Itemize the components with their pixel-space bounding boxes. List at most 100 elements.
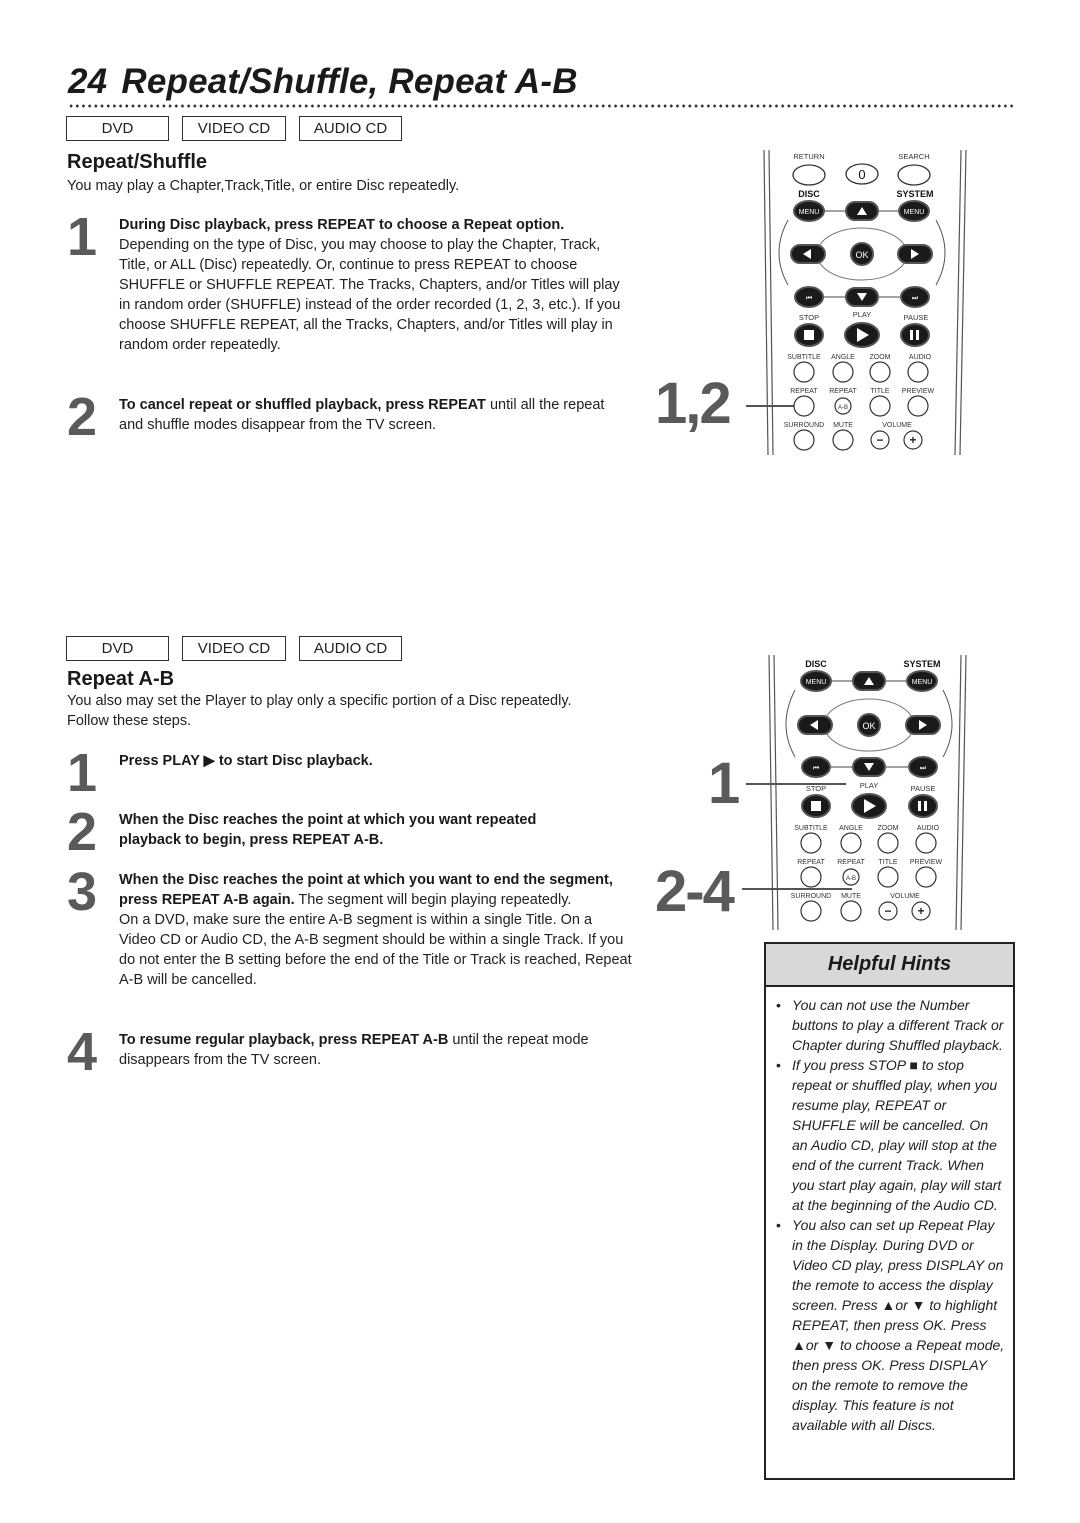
svg-text:MENU: MENU [904, 209, 925, 216]
svg-text:REPEAT: REPEAT [790, 388, 818, 395]
step-1: 1 During Disc playback, press REPEAT to … [67, 207, 632, 355]
badge-video-cd: VIDEO CD [182, 116, 286, 141]
step-detail: The segment will begin playing repeatedl… [294, 892, 572, 908]
disc-type-badges: DVD VIDEO CD AUDIO CD [66, 116, 402, 141]
helpful-hints-box: Helpful Hints You can not use the Number… [764, 942, 1015, 1480]
svg-text:AUDIO: AUDIO [909, 354, 932, 361]
svg-text:MENU: MENU [799, 209, 820, 216]
step-2: 2 To cancel repeat or shuffled playback,… [67, 387, 632, 447]
svg-text:ANGLE: ANGLE [839, 825, 863, 832]
section-title-repeat-shuffle: Repeat/Shuffle [67, 151, 208, 173]
svg-text:DISC: DISC [798, 189, 820, 199]
step-text: Press PLAY ▶ to start Disc playback. [119, 751, 373, 795]
step-ab-2: 2 When the Disc reaches the point at whi… [67, 802, 632, 862]
svg-text:A-B: A-B [838, 405, 848, 411]
svg-text:ZOOM: ZOOM [870, 354, 891, 361]
step-ab-4: 4 To resume regular playback, press REPE… [67, 1022, 632, 1082]
svg-text:−: − [884, 904, 891, 918]
step-number: 2 [67, 387, 98, 447]
step-instruction: To resume regular playback, press REPEAT… [119, 1032, 449, 1048]
svg-text:STOP: STOP [799, 313, 819, 322]
dotted-divider [68, 103, 1016, 109]
svg-text:STOP: STOP [806, 784, 826, 793]
svg-text:REPEAT: REPEAT [829, 388, 857, 395]
step-text: To cancel repeat or shuffled playback, p… [119, 395, 632, 439]
svg-text:AUDIO: AUDIO [917, 825, 940, 832]
page-title: 24 Repeat/Shuffle, Repeat A-B [68, 62, 578, 102]
svg-text:−: − [876, 433, 883, 447]
hint-item: If you press STOP ■ to stop repeat or sh… [766, 1055, 1005, 1215]
svg-text:PREVIEW: PREVIEW [910, 859, 943, 866]
repeat-button [793, 395, 815, 417]
step-text: To resume regular playback, press REPEAT… [119, 1030, 632, 1074]
label-return: RETURN [793, 152, 824, 161]
step-text: When the Disc reaches the point at which… [119, 870, 632, 990]
callout-2-4: 2-4 [655, 859, 735, 924]
page-number: 24 [68, 62, 108, 101]
svg-text:⏭: ⏭ [912, 295, 919, 302]
step-instruction: During Disc playback, press REPEAT to ch… [119, 217, 565, 233]
hint-item: You can not use the Number buttons to pl… [766, 995, 1005, 1055]
svg-text:SURROUND: SURROUND [784, 422, 824, 429]
badge-dvd: DVD [66, 116, 169, 141]
step-number: 1 [67, 743, 98, 803]
svg-text:TITLE: TITLE [870, 388, 889, 395]
svg-text:MUTE: MUTE [833, 422, 853, 429]
svg-text:⏮: ⏮ [813, 765, 819, 772]
svg-text:VOLUME: VOLUME [890, 893, 920, 900]
svg-text:A-B: A-B [846, 876, 856, 882]
step-instruction: Press PLAY ▶ to start Disc playback. [119, 753, 373, 769]
svg-text:PREVIEW: PREVIEW [902, 388, 935, 395]
svg-text:SUBTITLE: SUBTITLE [787, 354, 821, 361]
remote-illustration-bottom: DISC SYSTEM MENU MENU OK ⏮ ⏭ STOP PLAY P… [768, 655, 967, 930]
svg-text:TITLE: TITLE [878, 859, 897, 866]
svg-text:+: + [909, 433, 916, 447]
svg-text:PAUSE: PAUSE [911, 784, 936, 793]
callout-1-2: 1,2 [655, 371, 732, 436]
svg-text:REPEAT: REPEAT [837, 859, 865, 866]
step-text: When the Disc reaches the point at which… [119, 810, 579, 854]
step-note: On a DVD, make sure the entire A-B segme… [119, 912, 632, 988]
search-button [897, 164, 931, 186]
svg-text:SYSTEM: SYSTEM [903, 659, 940, 669]
step-number: 3 [67, 862, 98, 922]
return-button [792, 164, 826, 186]
svg-text:PLAY: PLAY [860, 781, 879, 790]
svg-text:SYSTEM: SYSTEM [896, 189, 933, 199]
step-text: During Disc playback, press REPEAT to ch… [119, 215, 632, 355]
svg-text:+: + [917, 904, 924, 918]
disc-type-badges-ab: DVD VIDEO CD AUDIO CD [66, 636, 402, 661]
step-detail: Depending on the type of Disc, you may c… [119, 237, 621, 353]
step-number: 2 [67, 802, 98, 862]
badge-audio-cd: AUDIO CD [299, 636, 402, 661]
remote-illustration-top: RETURN SEARCH 0 DISC SYSTEM MENU MENU OK… [763, 150, 967, 455]
svg-text:ZOOM: ZOOM [878, 825, 899, 832]
svg-text:SURROUND: SURROUND [791, 893, 831, 900]
section-intro: You may play a Chapter,Track,Title, or e… [67, 178, 460, 194]
svg-text:ANGLE: ANGLE [831, 354, 855, 361]
svg-text:MUTE: MUTE [841, 893, 861, 900]
step-instruction: When the Disc reaches the point at which… [119, 812, 537, 848]
step-instruction: To cancel repeat or shuffled playback, p… [119, 397, 486, 413]
hint-item: You also can set up Repeat Play in the D… [766, 1215, 1005, 1435]
svg-text:REPEAT: REPEAT [797, 859, 825, 866]
page-heading: Repeat/Shuffle, Repeat A-B [121, 62, 578, 101]
svg-text:MENU: MENU [806, 679, 827, 686]
step-ab-1: 1 Press PLAY ▶ to start Disc playback. [67, 743, 632, 803]
callout-1: 1 [708, 751, 740, 816]
svg-text:OK: OK [855, 250, 868, 260]
label-search: SEARCH [898, 152, 929, 161]
step-number: 4 [67, 1022, 98, 1082]
step-number: 1 [67, 207, 98, 267]
step-ab-3: 3 When the Disc reaches the point at whi… [67, 862, 632, 990]
pause-button [900, 323, 930, 347]
svg-text:VOLUME: VOLUME [882, 422, 912, 429]
svg-text:⏮: ⏮ [806, 295, 812, 302]
badge-dvd: DVD [66, 636, 169, 661]
svg-text:PAUSE: PAUSE [904, 313, 929, 322]
svg-text:DISC: DISC [805, 659, 827, 669]
section-intro-ab: You also may set the Player to play only… [67, 693, 572, 729]
badge-audio-cd: AUDIO CD [299, 116, 402, 141]
svg-text:MENU: MENU [912, 679, 933, 686]
badge-video-cd: VIDEO CD [182, 636, 286, 661]
